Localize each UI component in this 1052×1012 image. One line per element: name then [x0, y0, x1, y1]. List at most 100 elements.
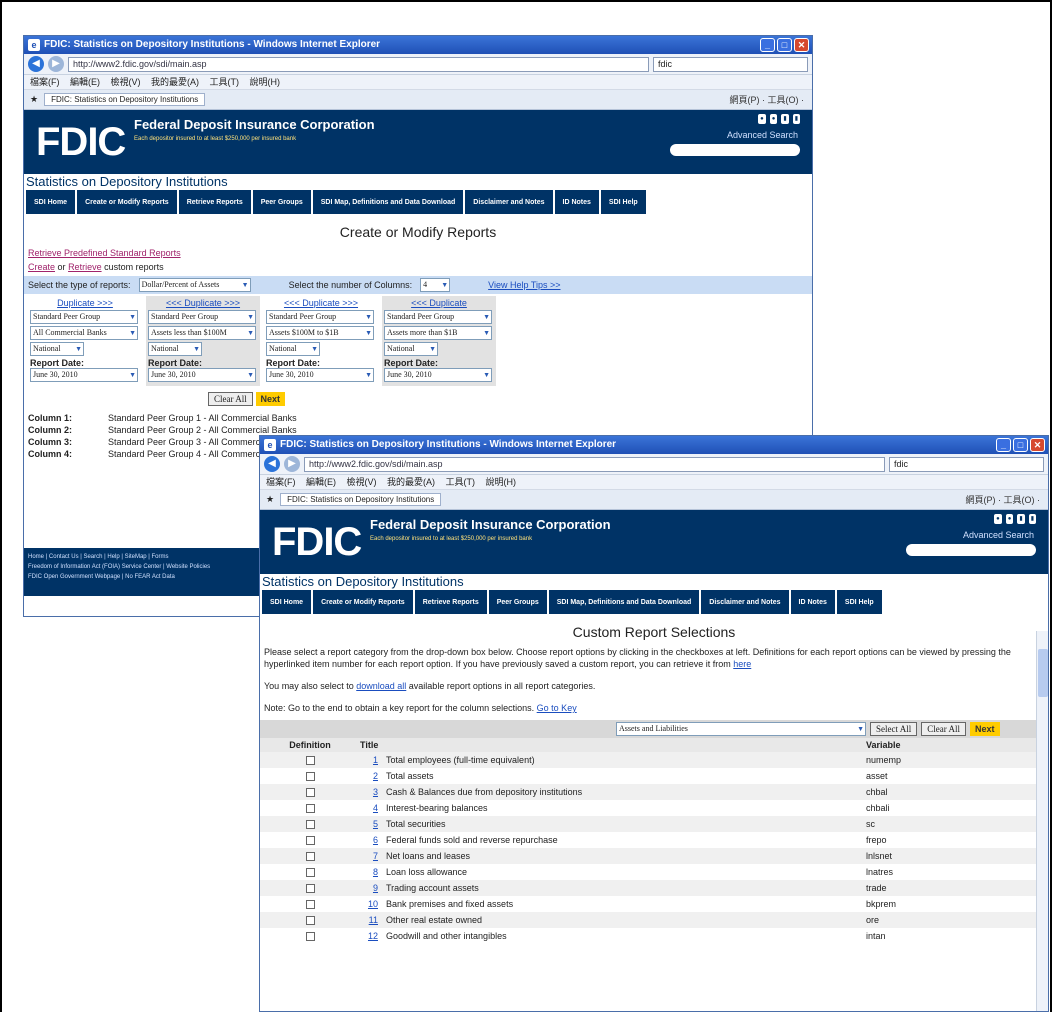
- definition-link[interactable]: 8: [360, 864, 378, 880]
- favorites-star-icon[interactable]: ★: [266, 494, 274, 505]
- download-all-link[interactable]: download all: [356, 681, 406, 691]
- nav-retrieve[interactable]: Retrieve Reports: [178, 190, 251, 214]
- here-link[interactable]: here: [733, 659, 751, 669]
- nav-id-notes[interactable]: ID Notes: [554, 190, 599, 214]
- duplicate-link[interactable]: <<< Duplicate >>>: [148, 298, 258, 308]
- advanced-search-link[interactable]: Advanced Search: [963, 530, 1034, 540]
- definition-link[interactable]: 5: [360, 816, 378, 832]
- vertical-scrollbar[interactable]: [1036, 631, 1048, 1011]
- back-icon[interactable]: ◀: [264, 456, 280, 472]
- advanced-search-link[interactable]: Advanced Search: [727, 130, 798, 140]
- forward-icon[interactable]: ▶: [48, 56, 64, 72]
- maximize-button[interactable]: □: [777, 38, 792, 52]
- nav-create-modify[interactable]: Create or Modify Reports: [313, 590, 413, 614]
- nav-sdi-home[interactable]: SDI Home: [26, 190, 76, 214]
- footer-links[interactable]: Home | Contact Us | Search | Help | Site…: [28, 552, 280, 562]
- peer-type-select[interactable]: Standard Peer Group: [148, 310, 256, 324]
- social-icons[interactable]: ● ● ▮ ▮: [758, 114, 800, 124]
- nav-disclaimer[interactable]: Disclaimer and Notes: [465, 190, 553, 214]
- menu-bar[interactable]: 檔案(F) 編輯(E) 檢視(V) 我的最愛(A) 工具(T) 說明(H): [260, 475, 1048, 490]
- peer-group-select[interactable]: All Commercial Banks: [30, 326, 138, 340]
- minimize-button[interactable]: _: [996, 438, 1011, 452]
- go-to-key-link[interactable]: Go to Key: [537, 703, 577, 713]
- retrieve-link[interactable]: Retrieve: [68, 262, 102, 272]
- peer-group-select[interactable]: Assets less than $100M: [148, 326, 256, 340]
- nav-map-definitions[interactable]: SDI Map, Definitions and Data Download: [312, 190, 464, 214]
- nav-sdi-help[interactable]: SDI Help: [600, 190, 646, 214]
- definition-link[interactable]: 12: [360, 928, 378, 944]
- maximize-button[interactable]: □: [1013, 438, 1028, 452]
- nav-retrieve[interactable]: Retrieve Reports: [414, 590, 487, 614]
- definition-link[interactable]: 10: [360, 896, 378, 912]
- duplicate-link[interactable]: Duplicate >>>: [30, 298, 140, 308]
- row-checkbox[interactable]: [305, 820, 315, 830]
- columns-select[interactable]: 4: [420, 278, 451, 292]
- next-button[interactable]: Next: [970, 722, 1000, 736]
- peer-type-select[interactable]: Standard Peer Group: [30, 310, 138, 324]
- social-icons[interactable]: ● ● ▮ ▮: [994, 514, 1036, 524]
- row-checkbox[interactable]: [305, 772, 315, 782]
- close-button[interactable]: ✕: [794, 38, 809, 52]
- definition-link[interactable]: 1: [360, 752, 378, 768]
- row-checkbox[interactable]: [305, 884, 315, 894]
- url-input[interactable]: http://www2.fdic.gov/sdi/main.asp: [68, 56, 649, 72]
- category-select[interactable]: Assets and Liabilities: [616, 722, 866, 736]
- site-search-input[interactable]: [906, 544, 1036, 556]
- row-checkbox[interactable]: [305, 932, 315, 942]
- region-select[interactable]: National: [148, 342, 202, 356]
- nav-peer-groups[interactable]: Peer Groups: [252, 190, 311, 214]
- nav-create-modify[interactable]: Create or Modify Reports: [77, 190, 177, 214]
- nav-disclaimer[interactable]: Disclaimer and Notes: [701, 590, 789, 614]
- footer-links[interactable]: FDIC Open Government Webpage | No FEAR A…: [28, 572, 280, 582]
- report-type-select[interactable]: Dollar/Percent of Assets: [138, 278, 251, 292]
- clear-all-button[interactable]: Clear All: [208, 392, 253, 406]
- report-date-select[interactable]: June 30, 2010: [30, 368, 138, 382]
- create-link[interactable]: Create: [28, 262, 55, 272]
- peer-group-select[interactable]: Assets $100M to $1B: [266, 326, 374, 340]
- definition-link[interactable]: 7: [360, 848, 378, 864]
- forward-icon[interactable]: ▶: [284, 456, 300, 472]
- row-checkbox[interactable]: [305, 756, 315, 766]
- report-date-select[interactable]: June 30, 2010: [384, 368, 492, 382]
- report-date-select[interactable]: June 30, 2010: [148, 368, 256, 382]
- close-button[interactable]: ✕: [1030, 438, 1045, 452]
- definition-link[interactable]: 9: [360, 880, 378, 896]
- region-select[interactable]: National: [266, 342, 320, 356]
- browser-tab[interactable]: FDIC: Statistics on Depository Instituti…: [44, 93, 206, 106]
- minimize-button[interactable]: _: [760, 38, 775, 52]
- url-input[interactable]: http://www2.fdic.gov/sdi/main.asp: [304, 456, 885, 472]
- nav-map-definitions[interactable]: SDI Map, Definitions and Data Download: [548, 590, 700, 614]
- command-bar[interactable]: 網頁(P) · 工具(O) ·: [730, 93, 813, 106]
- nav-id-notes[interactable]: ID Notes: [790, 590, 835, 614]
- help-tips-link[interactable]: View Help Tips >>: [488, 280, 560, 290]
- definition-link[interactable]: 4: [360, 800, 378, 816]
- nav-sdi-help[interactable]: SDI Help: [836, 590, 882, 614]
- nav-sdi-home[interactable]: SDI Home: [262, 590, 312, 614]
- footer-links[interactable]: Freedom of Information Act (FOIA) Servic…: [28, 562, 280, 572]
- row-checkbox[interactable]: [305, 852, 315, 862]
- peer-type-select[interactable]: Standard Peer Group: [384, 310, 492, 324]
- site-search-input[interactable]: [670, 144, 800, 156]
- search-input[interactable]: fdic: [653, 56, 808, 72]
- command-bar[interactable]: 網頁(P) · 工具(O) ·: [966, 493, 1049, 506]
- definition-link[interactable]: 11: [360, 912, 378, 928]
- retrieve-standard-link[interactable]: Retrieve Predefined Standard Reports: [28, 248, 181, 258]
- clear-all-button[interactable]: Clear All: [921, 722, 966, 736]
- back-icon[interactable]: ◀: [28, 56, 44, 72]
- row-checkbox[interactable]: [305, 836, 315, 846]
- duplicate-link[interactable]: <<< Duplicate: [384, 298, 494, 308]
- nav-peer-groups[interactable]: Peer Groups: [488, 590, 547, 614]
- peer-type-select[interactable]: Standard Peer Group: [266, 310, 374, 324]
- next-button[interactable]: Next: [255, 392, 286, 406]
- fdic-logo[interactable]: FDIC: [36, 120, 126, 165]
- row-checkbox[interactable]: [305, 788, 315, 798]
- definition-link[interactable]: 6: [360, 832, 378, 848]
- select-all-button[interactable]: Select All: [870, 722, 918, 736]
- browser-tab[interactable]: FDIC: Statistics on Depository Instituti…: [280, 493, 442, 506]
- report-date-select[interactable]: June 30, 2010: [266, 368, 374, 382]
- region-select[interactable]: National: [30, 342, 84, 356]
- row-checkbox[interactable]: [305, 900, 315, 910]
- duplicate-link[interactable]: <<< Duplicate >>>: [266, 298, 376, 308]
- definition-link[interactable]: 2: [360, 768, 378, 784]
- region-select[interactable]: National: [384, 342, 438, 356]
